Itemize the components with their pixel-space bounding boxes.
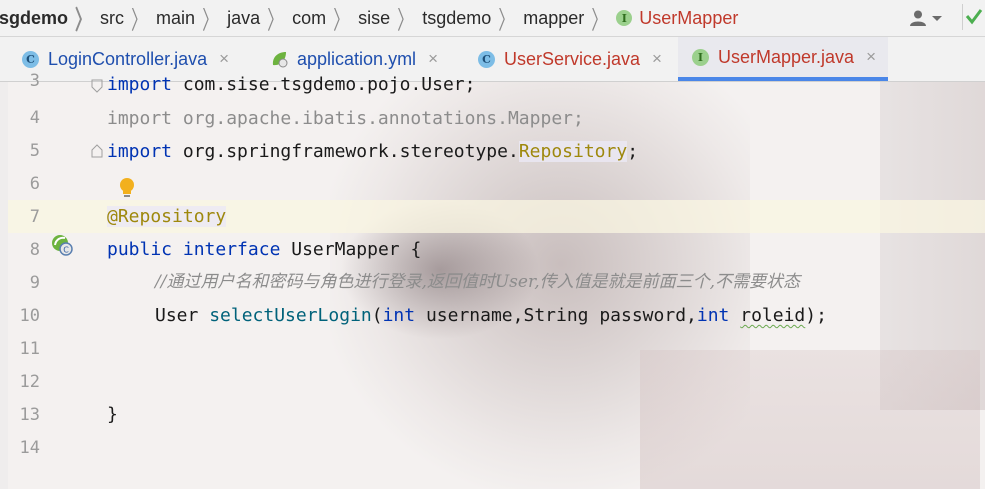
navigation-breadcrumb: tsgdemo 〉 src 〉 main 〉 java 〉 com 〉 sise 〉 tsg… — [0, 0, 985, 37]
user-icon — [910, 10, 926, 26]
code-line-8: public interface UserMapper { — [107, 239, 422, 260]
code-line-4: import org.apache.ibatis.annotations.Map… — [107, 108, 584, 129]
svg-text:C: C — [63, 246, 69, 255]
close-tab-icon[interactable]: × — [219, 49, 229, 69]
code-line-7: @Repository — [107, 206, 227, 227]
line-number: 6 — [29, 174, 40, 194]
breadcrumb-item-project[interactable]: tsgdemo 〉 — [0, 6, 100, 36]
close-tab-icon[interactable]: × — [428, 49, 438, 69]
line-number: 4 — [29, 108, 40, 128]
code-editor[interactable]: 3 4 5 6 7 8 9 10 11 12 13 14 C import co… — [0, 71, 985, 489]
interface-icon: I — [616, 10, 633, 26]
breadcrumb-item-src[interactable]: src 〉 — [100, 6, 156, 36]
breadcrumb-item-usermapper[interactable]: I UserMapper — [616, 8, 738, 29]
breadcrumb-item-com[interactable]: com 〉 — [292, 6, 358, 36]
class-icon: C — [478, 50, 495, 68]
close-tab-icon[interactable]: × — [866, 47, 876, 67]
class-icon: C — [22, 50, 39, 68]
tool-window-strip — [0, 82, 8, 489]
code-line-10: User selectUserLogin(int username,String… — [155, 305, 827, 326]
code-line-9-comment: //通过用户名和密码与角色进行登录,返回值时User,传入值是就是前面三个,不需… — [155, 272, 801, 292]
code-line-3: import com.sise.tsgdemo.pojo.User; — [107, 74, 476, 95]
chevron-down-icon — [932, 16, 942, 21]
breadcrumb-item-main[interactable]: main 〉 — [156, 6, 227, 36]
line-number: 13 — [19, 405, 40, 425]
breadcrumb-item-tsgdemo[interactable]: tsgdemo 〉 — [422, 6, 523, 36]
spring-leaf-icon — [272, 52, 288, 68]
line-number: 5 — [29, 141, 40, 161]
build-check-button[interactable] — [962, 4, 985, 30]
line-number: 10 — [19, 306, 40, 326]
lightbulb-icon[interactable] — [118, 177, 136, 199]
line-number: 7 — [29, 207, 40, 227]
breadcrumb-item-java[interactable]: java 〉 — [227, 6, 292, 36]
line-number: 11 — [19, 339, 40, 359]
line-number: 3 — [29, 71, 40, 91]
user-dropdown-button[interactable] — [909, 8, 947, 28]
line-number: 9 — [29, 273, 40, 293]
breadcrumb-item-sise[interactable]: sise 〉 — [358, 6, 422, 36]
close-tab-icon[interactable]: × — [652, 49, 662, 69]
check-icon — [965, 9, 983, 25]
code-line-13: } — [107, 404, 118, 425]
implemented-gutter-icon[interactable]: C — [50, 233, 74, 257]
fold-marker-icon[interactable] — [91, 144, 103, 158]
tab-user-service[interactable]: C UserService.java × — [478, 37, 662, 81]
breadcrumb-item-mapper[interactable]: mapper 〉 — [523, 6, 616, 36]
code-line-5: import org.springframework.stereotype.Re… — [107, 141, 639, 162]
line-number: 14 — [19, 438, 40, 458]
line-number: 8 — [29, 240, 40, 260]
line-number-gutter: 3 4 5 6 7 8 9 10 11 12 13 14 C — [8, 71, 88, 489]
line-number: 12 — [19, 372, 40, 392]
interface-icon: I — [692, 48, 709, 66]
fold-marker-icon[interactable] — [91, 79, 103, 93]
tab-user-mapper[interactable]: I UserMapper.java × — [678, 37, 889, 81]
